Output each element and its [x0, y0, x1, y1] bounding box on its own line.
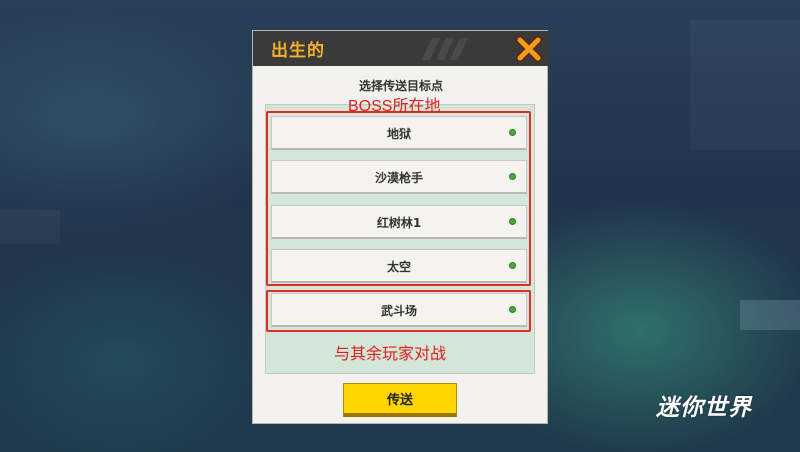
- close-x-icon: [516, 35, 542, 62]
- close-button[interactable]: [509, 31, 549, 66]
- dialog-header: 出生的: [253, 31, 547, 66]
- boss-location-annotation: BOSS所在地: [348, 98, 441, 115]
- boss-area-highlight: [266, 111, 531, 286]
- dialog-title: 出生的: [271, 41, 325, 61]
- header-stripe: [449, 38, 469, 60]
- background-block: [690, 20, 800, 150]
- pvp-annotation: 与其余玩家对战: [334, 346, 447, 363]
- background-block: [740, 300, 800, 330]
- background-block: [0, 210, 60, 244]
- game-logo: 迷你世界: [656, 395, 752, 421]
- teleport-button[interactable]: 传送: [343, 383, 457, 417]
- pvp-area-highlight: [266, 290, 531, 332]
